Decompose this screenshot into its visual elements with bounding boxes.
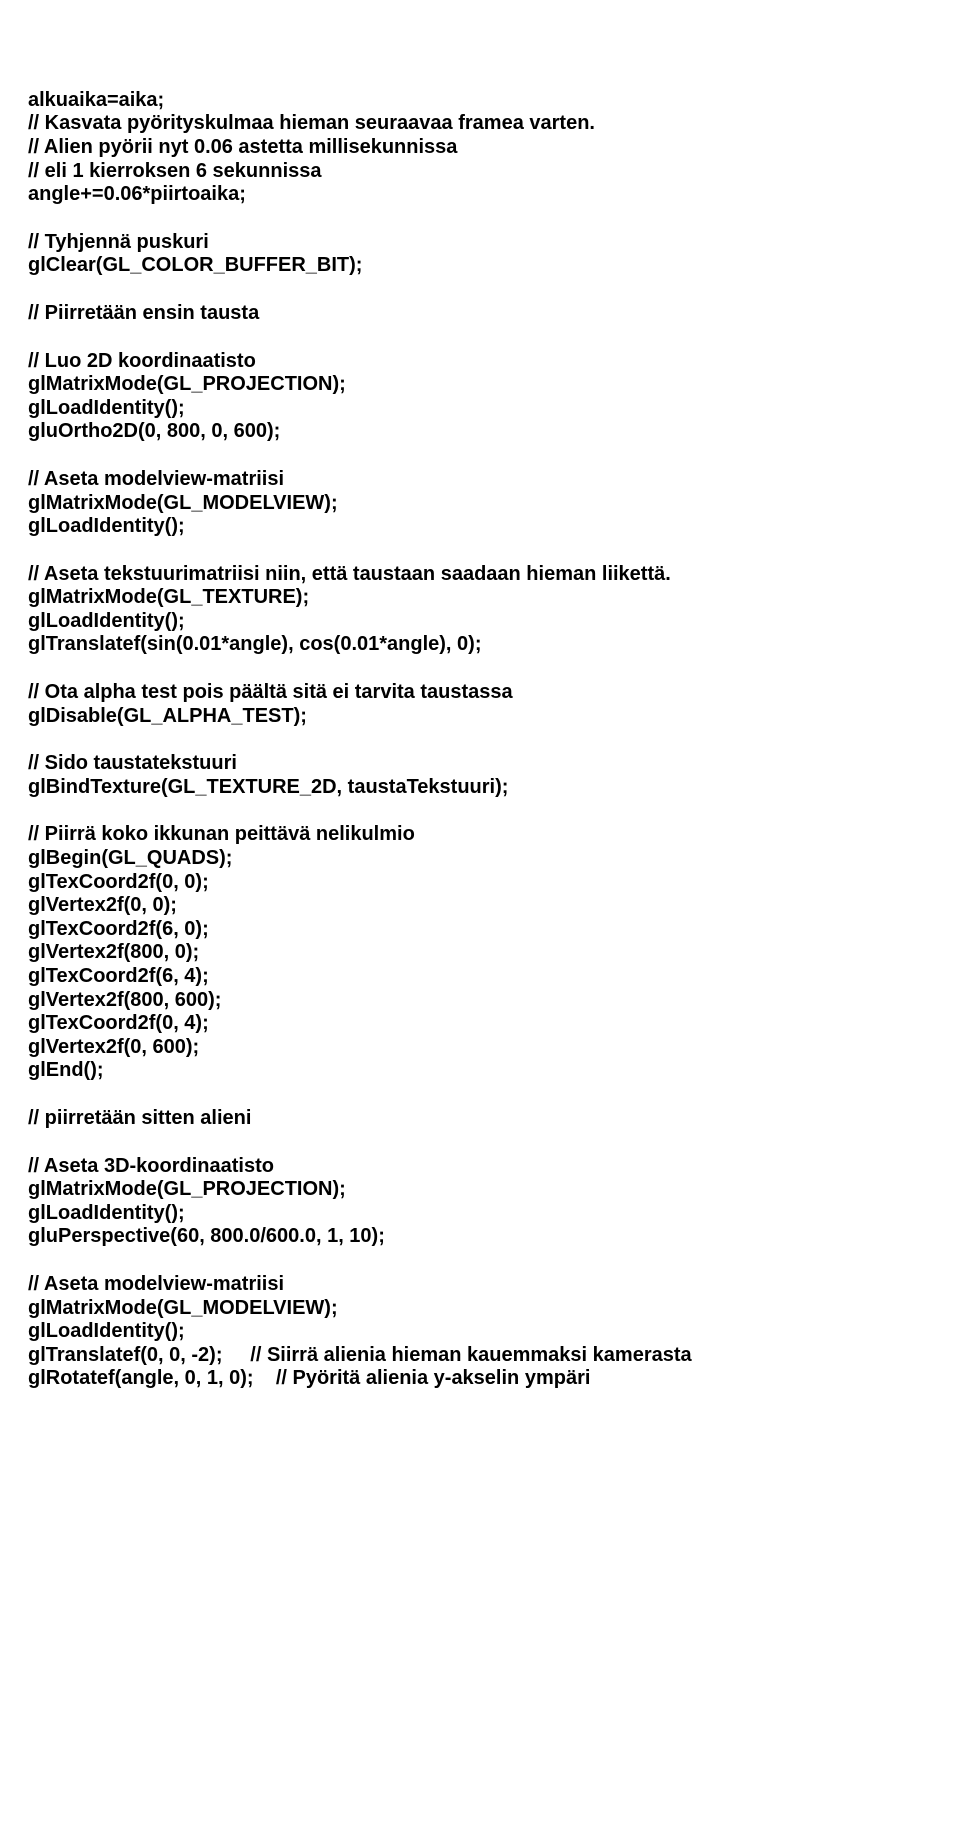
code-document: alkuaika=aika; // Kasvata pyörityskulmaa… [28, 89, 960, 1391]
code-block: // piirretään sitten alieni [28, 1107, 960, 1131]
code-block: // Aseta tekstuurimatriisi niin, että ta… [28, 563, 960, 657]
code-block: // Luo 2D koordinaatisto glMatrixMode(GL… [28, 350, 960, 444]
code-block: // Piirretään ensin tausta [28, 302, 960, 326]
code-block: // Piirrä koko ikkunan peittävä nelikulm… [28, 823, 960, 1083]
code-block: // Tyhjennä puskuri glClear(GL_COLOR_BUF… [28, 231, 960, 278]
code-block: // Aseta 3D-koordinaatisto glMatrixMode(… [28, 1155, 960, 1249]
code-block: // Ota alpha test pois päältä sitä ei ta… [28, 681, 960, 728]
code-block: // Aseta modelview-matriisi glMatrixMode… [28, 468, 960, 539]
code-block: // Aseta modelview-matriisi glMatrixMode… [28, 1273, 960, 1391]
code-block: // Sido taustatekstuuri glBindTexture(GL… [28, 752, 960, 799]
code-block: alkuaika=aika; // Kasvata pyörityskulmaa… [28, 89, 960, 207]
